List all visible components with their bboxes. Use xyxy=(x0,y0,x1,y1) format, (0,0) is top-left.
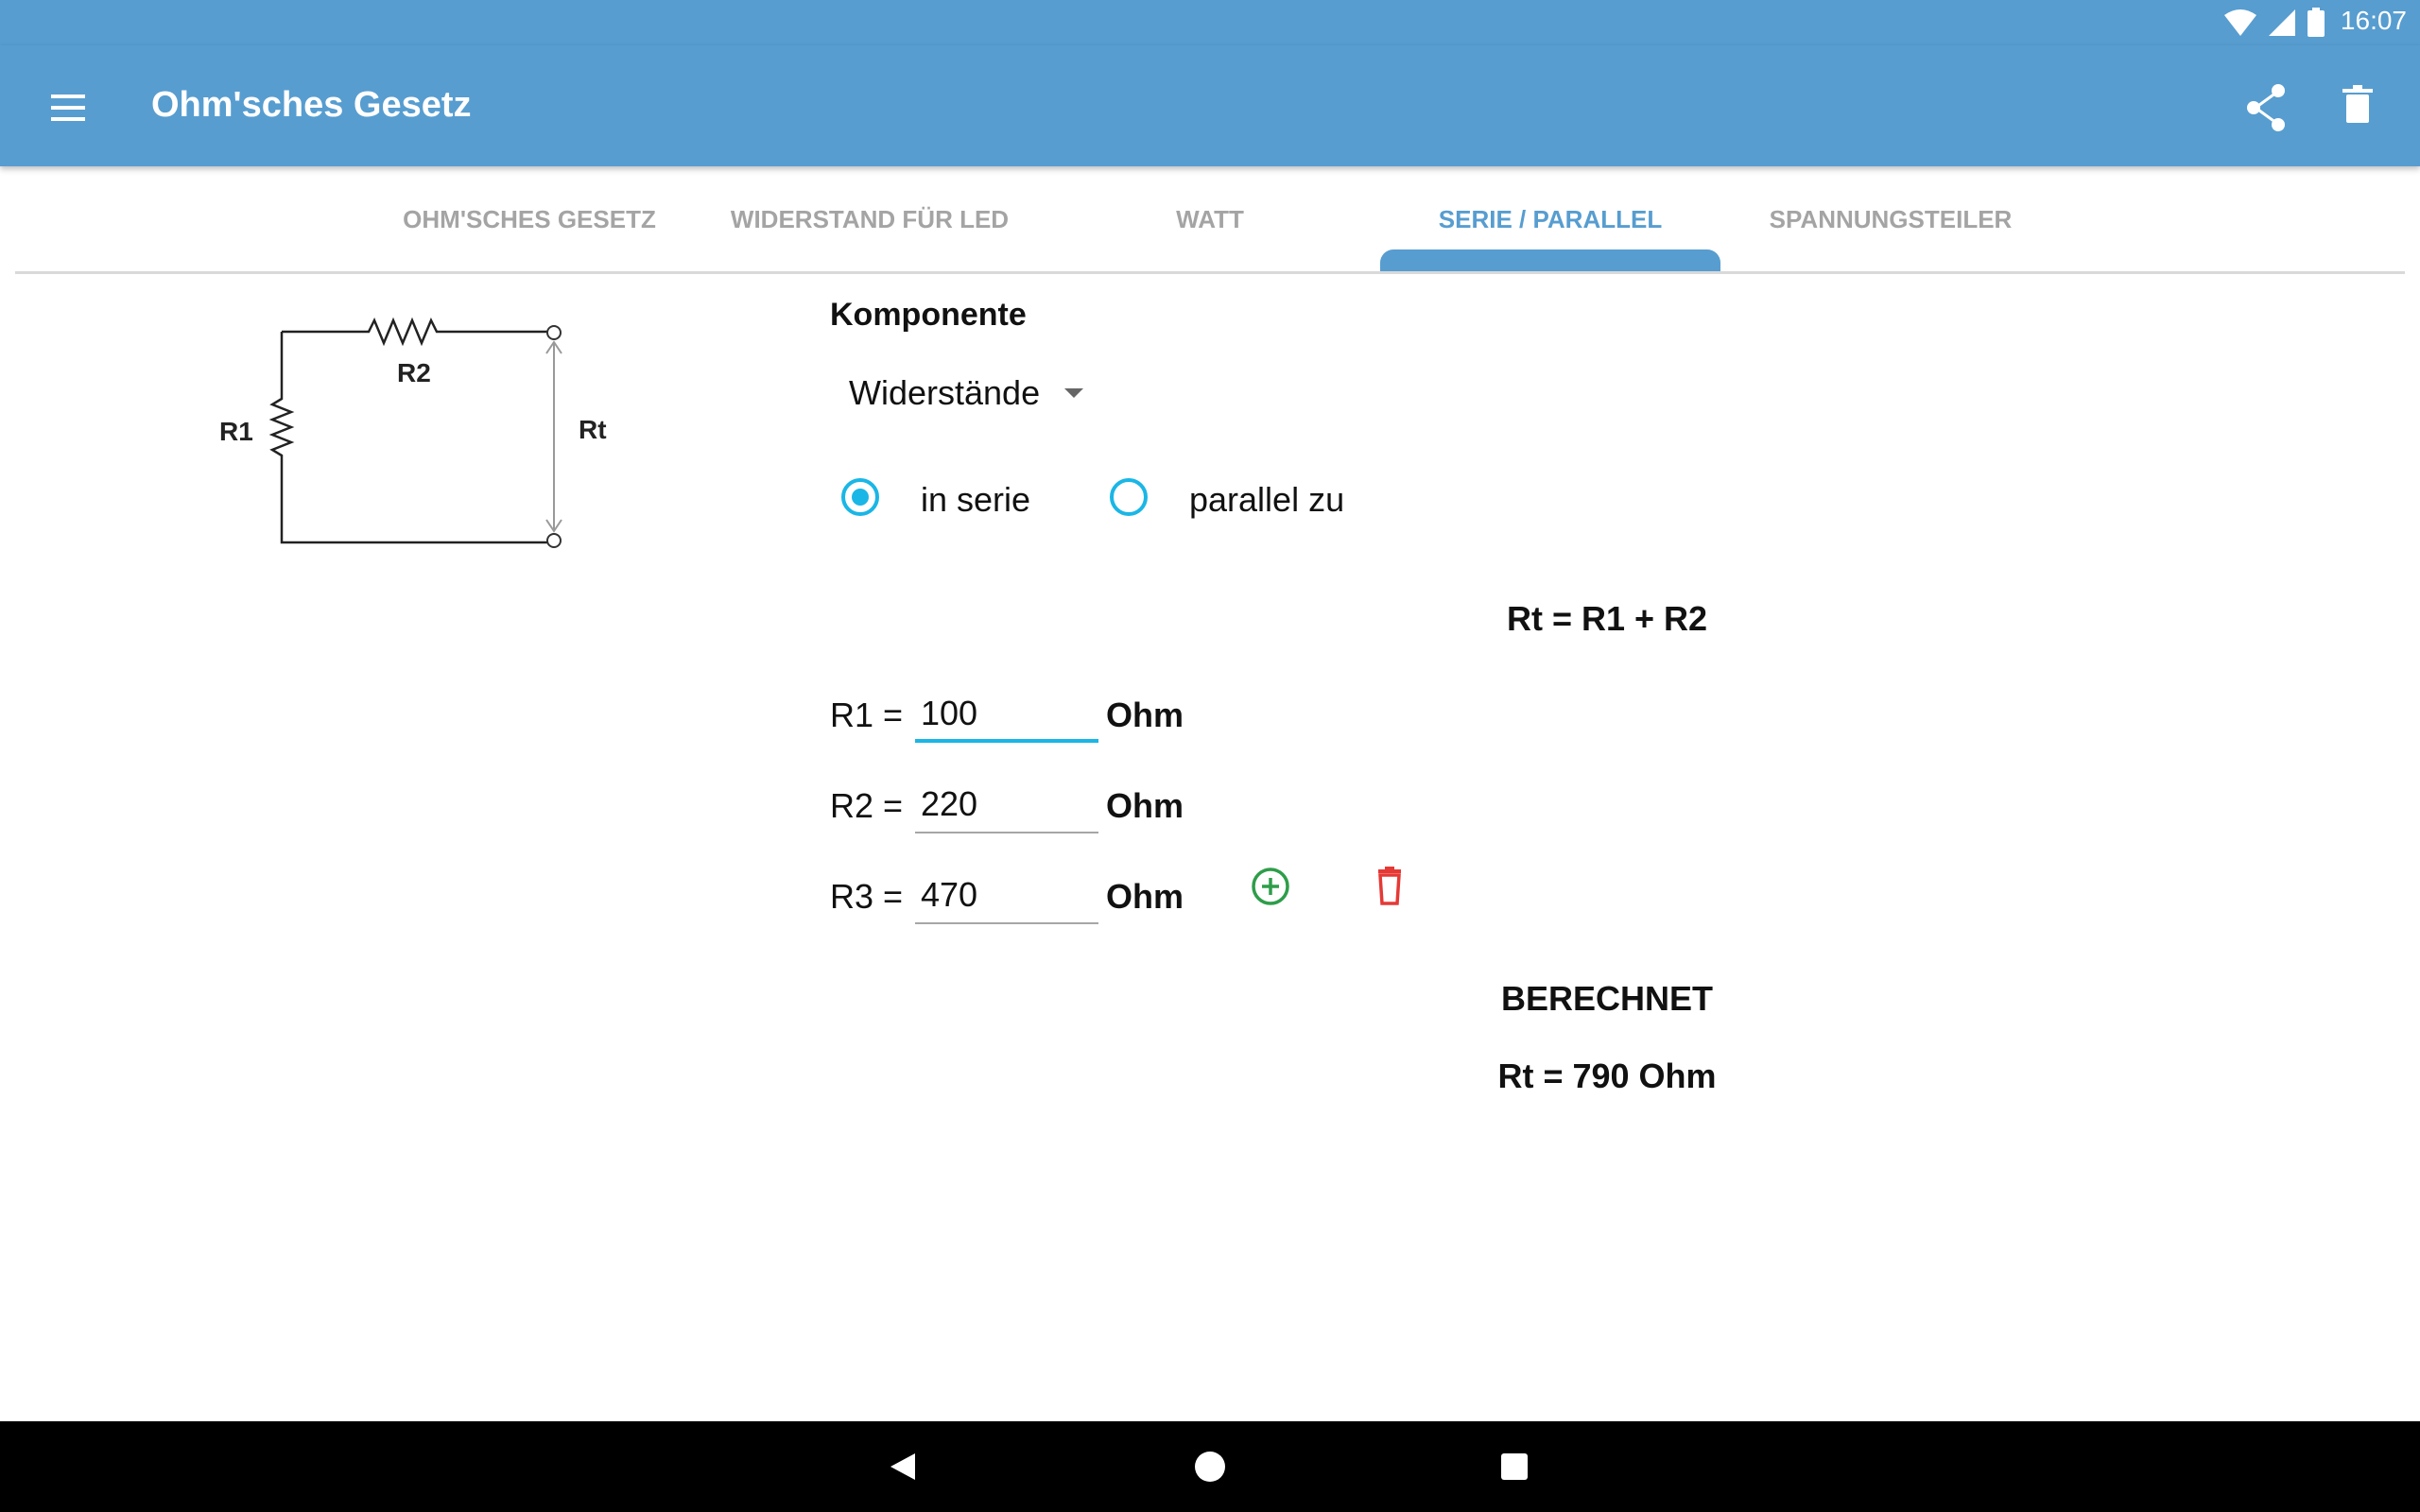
navigation-bar xyxy=(0,1421,2420,1512)
radio-parallel-zu-label[interactable]: parallel zu xyxy=(1189,480,1344,520)
status-time: 16:07 xyxy=(2340,6,2407,35)
series-circuit-diagram: R2 R1 Rt xyxy=(219,317,607,548)
share-icon xyxy=(2247,84,2285,131)
chevron-down-icon xyxy=(1064,388,1084,398)
r2-unit: Ohm xyxy=(1106,786,1184,825)
share-button[interactable] xyxy=(2233,77,2301,138)
wifi-icon xyxy=(2224,9,2256,36)
home-icon[interactable] xyxy=(1182,1438,1238,1495)
menu-button[interactable] xyxy=(34,74,102,142)
delete-all-button[interactable] xyxy=(2324,77,2392,138)
tab-widerstand-fuer-led[interactable]: WIDERSTAND FÜR LED xyxy=(700,166,1040,272)
delete-icon xyxy=(2342,85,2373,123)
r2-label: R2 xyxy=(397,358,431,387)
result-heading: BERECHNET xyxy=(1500,979,1713,1018)
tab-spannungsteiler[interactable]: SPANNUNGSTEILER xyxy=(1720,166,2061,272)
radio-parallel-zu[interactable] xyxy=(1110,478,1148,516)
menu-icon xyxy=(51,94,85,121)
tab-divider xyxy=(15,271,2405,274)
formula-text: Rt = R1 + R2 xyxy=(1506,599,1708,638)
komponente-label: Komponente xyxy=(830,297,1027,333)
active-tab-indicator xyxy=(1380,249,1720,272)
tab-bar: OHM'SCHES GESETZ WIDERSTAND FÜR LED WATT… xyxy=(15,166,2405,274)
remove-resistor-button[interactable] xyxy=(1365,862,1414,911)
app-screen: 16:07 Ohm'sches Gesetz OHM'SCHES GESETZ … xyxy=(0,0,2420,1512)
r1-input[interactable]: 100 xyxy=(915,690,1098,743)
r1-row-label: R1 = xyxy=(830,696,904,734)
r3-input[interactable]: 470 xyxy=(915,871,1098,924)
r2-input[interactable]: 220 xyxy=(915,781,1098,833)
radio-in-serie[interactable] xyxy=(841,478,879,516)
battery-icon xyxy=(2308,8,2325,37)
add-resistor-button[interactable] xyxy=(1246,862,1295,911)
radio-in-serie-label[interactable]: in serie xyxy=(921,480,1030,520)
r3-row-label: R3 = xyxy=(830,877,904,916)
r1-unit: Ohm xyxy=(1106,696,1184,734)
r2-row-label: R2 = xyxy=(830,786,904,825)
trash-icon xyxy=(1378,867,1401,905)
r1-label: R1 xyxy=(219,417,253,446)
r3-unit: Ohm xyxy=(1106,877,1184,916)
radio-selected-dot xyxy=(852,489,869,506)
app-bar: Ohm'sches Gesetz xyxy=(0,45,2420,166)
app-title: Ohm'sches Gesetz xyxy=(151,85,472,125)
back-icon[interactable] xyxy=(875,1438,932,1495)
result-value: Rt = 790 Ohm xyxy=(1497,1057,1717,1095)
component-dropdown-value: Widerstände xyxy=(849,373,1041,412)
add-circle-icon xyxy=(1252,868,1289,905)
rt-label: Rt xyxy=(579,415,607,444)
tab-watt[interactable]: WATT xyxy=(1040,166,1380,272)
cell-signal-icon xyxy=(2269,9,2295,36)
tab-ohmsches-gesetz[interactable]: OHM'SCHES GESETZ xyxy=(359,166,700,272)
status-bar: 16:07 xyxy=(0,0,2420,45)
component-dropdown[interactable]: Widerstände xyxy=(849,369,1084,418)
recents-icon[interactable] xyxy=(1486,1438,1543,1495)
